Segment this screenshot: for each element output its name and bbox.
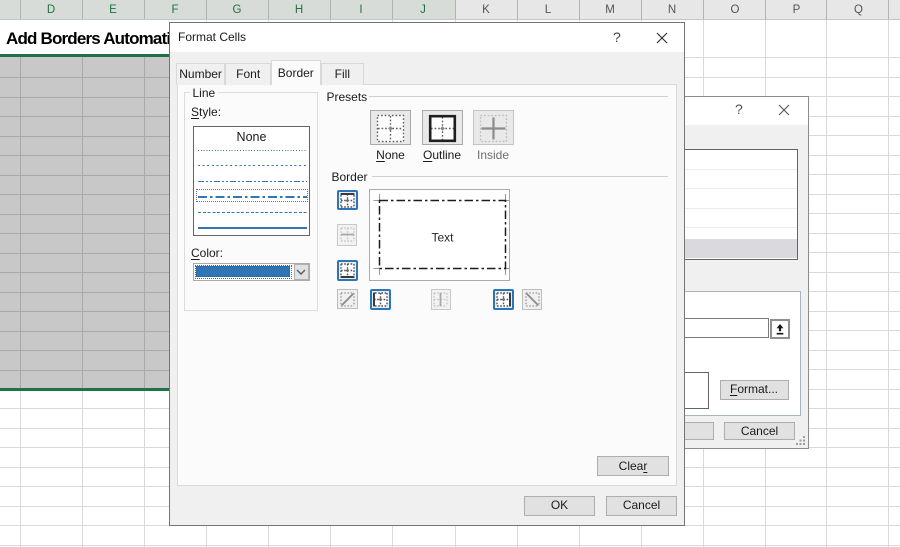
svg-text:Text: Text: [431, 231, 454, 245]
